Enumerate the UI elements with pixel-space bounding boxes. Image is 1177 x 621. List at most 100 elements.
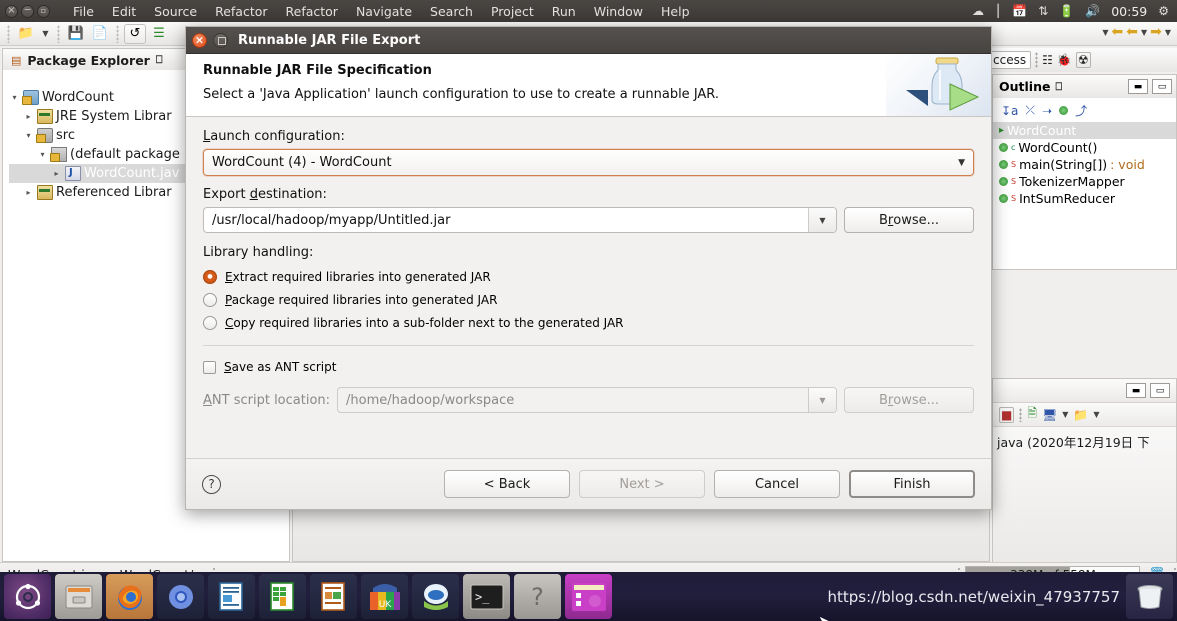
libreoffice-impress-icon[interactable] <box>310 574 357 619</box>
outline-item-wordcount[interactable]: ▸ WordCount <box>993 122 1176 139</box>
ubuntu-one-icon[interactable]: ☁ <box>972 5 984 17</box>
hide-nonpublic-icon[interactable] <box>1059 104 1069 118</box>
dropdown-caret-icon[interactable]: ▼ <box>39 29 52 38</box>
amazon-icon[interactable] <box>412 574 459 619</box>
console-icon[interactable]: ☰ <box>148 24 170 44</box>
ant-browse-button[interactable]: Br owse... <box>844 387 974 413</box>
menu-item-edit[interactable]: Edit <box>103 4 145 19</box>
menu-item-help[interactable]: Help <box>652 4 699 19</box>
network-icon[interactable]: ⇅ <box>1038 5 1048 17</box>
chevron-down-icon[interactable]: ▼ <box>808 208 836 232</box>
radio-package-libraries[interactable]: Package required libraries into generate… <box>203 288 974 311</box>
save-icon[interactable]: 💾 <box>65 24 87 44</box>
quick-access-input[interactable]: ccess <box>988 51 1032 69</box>
menu-item-refactor-2[interactable]: Refactor <box>277 4 347 19</box>
menu-item-search[interactable]: Search <box>421 4 482 19</box>
back-arrow-icon-2[interactable]: ⬅ <box>1126 24 1138 40</box>
checkbox[interactable] <box>203 360 216 374</box>
maximize-icon[interactable]: ▭ <box>1150 383 1170 398</box>
launch-configuration-combo[interactable]: WordCount (4) - WordCount ▼ <box>203 149 974 176</box>
files-icon[interactable] <box>55 574 102 619</box>
back-button[interactable]: < Back <box>444 470 570 498</box>
terminal-icon[interactable]: >_ <box>463 574 510 619</box>
dialog-close-icon[interactable] <box>192 32 207 48</box>
expand-arrow-icon[interactable] <box>37 150 48 159</box>
caret-down-icon-2[interactable]: ▼ <box>1141 28 1147 37</box>
maximize-icon[interactable]: ▭ <box>1152 79 1172 94</box>
trash-icon[interactable] <box>1126 574 1173 619</box>
window-minimize-button[interactable] <box>21 4 34 18</box>
cancel-button[interactable]: Cancel <box>714 470 840 498</box>
forward-arrow-icon[interactable]: ➡ <box>1150 24 1162 40</box>
caret-down-icon-3[interactable]: ▼ <box>1165 28 1171 37</box>
caret-down-icon[interactable]: ▼ <box>1062 410 1068 419</box>
expand-arrow-icon[interactable] <box>23 131 34 140</box>
minimize-icon[interactable]: ▬ <box>1128 79 1148 94</box>
new-console-icon[interactable]: 🗎 <box>1027 404 1037 425</box>
clock[interactable]: 00:59 <box>1111 4 1147 19</box>
sort-icon[interactable]: ↧a <box>1001 104 1018 118</box>
window-maximize-button[interactable] <box>37 4 50 18</box>
perspective-open-icon[interactable]: ☷ <box>1042 53 1053 67</box>
volume-icon[interactable]: 🔊 <box>1085 5 1100 17</box>
radio-button[interactable] <box>203 292 217 307</box>
outline-item-wordcount-ctor[interactable]: c WordCount() <box>993 139 1176 156</box>
chevron-down-icon[interactable]: ▼ <box>958 158 965 168</box>
caret-down-icon-2[interactable]: ▼ <box>1093 410 1099 419</box>
display-console-icon[interactable]: 🖥 <box>1042 408 1057 422</box>
minimize-icon[interactable]: ▬ <box>1126 383 1146 398</box>
chromium-icon[interactable] <box>157 574 204 619</box>
expand-arrow-icon[interactable] <box>23 112 34 121</box>
radio-button[interactable] <box>203 269 217 284</box>
caret-down-icon[interactable]: ▼ <box>1102 28 1108 37</box>
expand-arrow-icon[interactable] <box>51 169 62 178</box>
save-all-icon[interactable]: 📄 <box>89 24 111 44</box>
export-browse-button[interactable]: Br owse... <box>844 207 974 233</box>
menu-item-navigate[interactable]: Navigate <box>347 4 421 19</box>
terminate-icon[interactable]: ■ <box>999 406 1015 423</box>
view-close-icon[interactable]: ⎕ <box>1055 80 1062 94</box>
outline-item-intsumreducer[interactable]: S IntSumReducer <box>993 190 1176 207</box>
save-as-ant-script-row[interactable]: Save as ANT script <box>203 356 974 378</box>
debug-perspective-icon[interactable]: 🐞 <box>1057 53 1072 67</box>
workspace-switcher-icon[interactable] <box>565 574 612 619</box>
open-console-icon[interactable]: 📁 <box>1073 408 1088 422</box>
outline-item-main[interactable]: S main(String[]) : void <box>993 156 1176 173</box>
radio-button[interactable] <box>203 315 217 330</box>
menu-item-run[interactable]: Run <box>543 4 585 19</box>
java-perspective-icon[interactable]: ☢ <box>1075 52 1091 68</box>
export-destination-input[interactable]: /usr/local/hadoop/myapp/Untitled.jar ▼ <box>203 207 837 233</box>
ubuntu-dash-icon[interactable] <box>4 574 51 619</box>
dialog-maximize-icon[interactable] <box>213 32 228 48</box>
menu-item-refactor[interactable]: Refactor <box>206 4 276 19</box>
refresh-icon[interactable]: ↺ <box>124 23 146 44</box>
hide-fields-icon[interactable]: ⤫ <box>1025 103 1035 118</box>
keyboard-icon[interactable]: ⎮ <box>995 5 1001 17</box>
help-icon[interactable]: ? <box>202 474 221 494</box>
libreoffice-calc-icon[interactable] <box>259 574 306 619</box>
calendar-icon[interactable]: 📅 <box>1012 5 1027 17</box>
hide-static-icon[interactable]: ➝ <box>1042 104 1052 118</box>
menu-item-file[interactable]: File <box>64 4 103 19</box>
expand-arrow-icon[interactable] <box>9 93 20 102</box>
window-close-button[interactable] <box>5 4 18 18</box>
chevron-down-icon[interactable]: ▼ <box>808 388 836 412</box>
ubuntu-software-icon[interactable]: UK <box>361 574 408 619</box>
finish-button[interactable]: Finish <box>849 470 975 498</box>
menu-item-source[interactable]: Source <box>145 4 206 19</box>
ant-script-location-input[interactable]: /home/hadoop/workspace ▼ <box>337 387 837 413</box>
firefox-icon[interactable] <box>106 574 153 619</box>
expand-arrow-icon[interactable] <box>23 188 34 197</box>
outline-item-tokenizermapper[interactable]: S TokenizerMapper <box>993 173 1176 190</box>
outline-tab[interactable]: Outline ⎕ ▬ ▭ <box>992 74 1177 98</box>
next-button[interactable]: Next > <box>579 470 705 498</box>
help-icon[interactable]: ? <box>514 574 561 619</box>
power-gear-icon[interactable]: ⚙ <box>1158 5 1169 17</box>
menu-item-window[interactable]: Window <box>585 4 652 19</box>
libreoffice-writer-icon[interactable] <box>208 574 255 619</box>
battery-icon[interactable]: 🔋 <box>1059 5 1074 17</box>
radio-copy-libraries[interactable]: Copy required libraries into a sub-folde… <box>203 311 974 334</box>
new-wizard-icon[interactable]: 📁 <box>15 24 37 44</box>
back-arrow-icon[interactable]: ⬅ <box>1111 24 1123 40</box>
view-close-icon[interactable]: ⎕ <box>156 53 163 67</box>
